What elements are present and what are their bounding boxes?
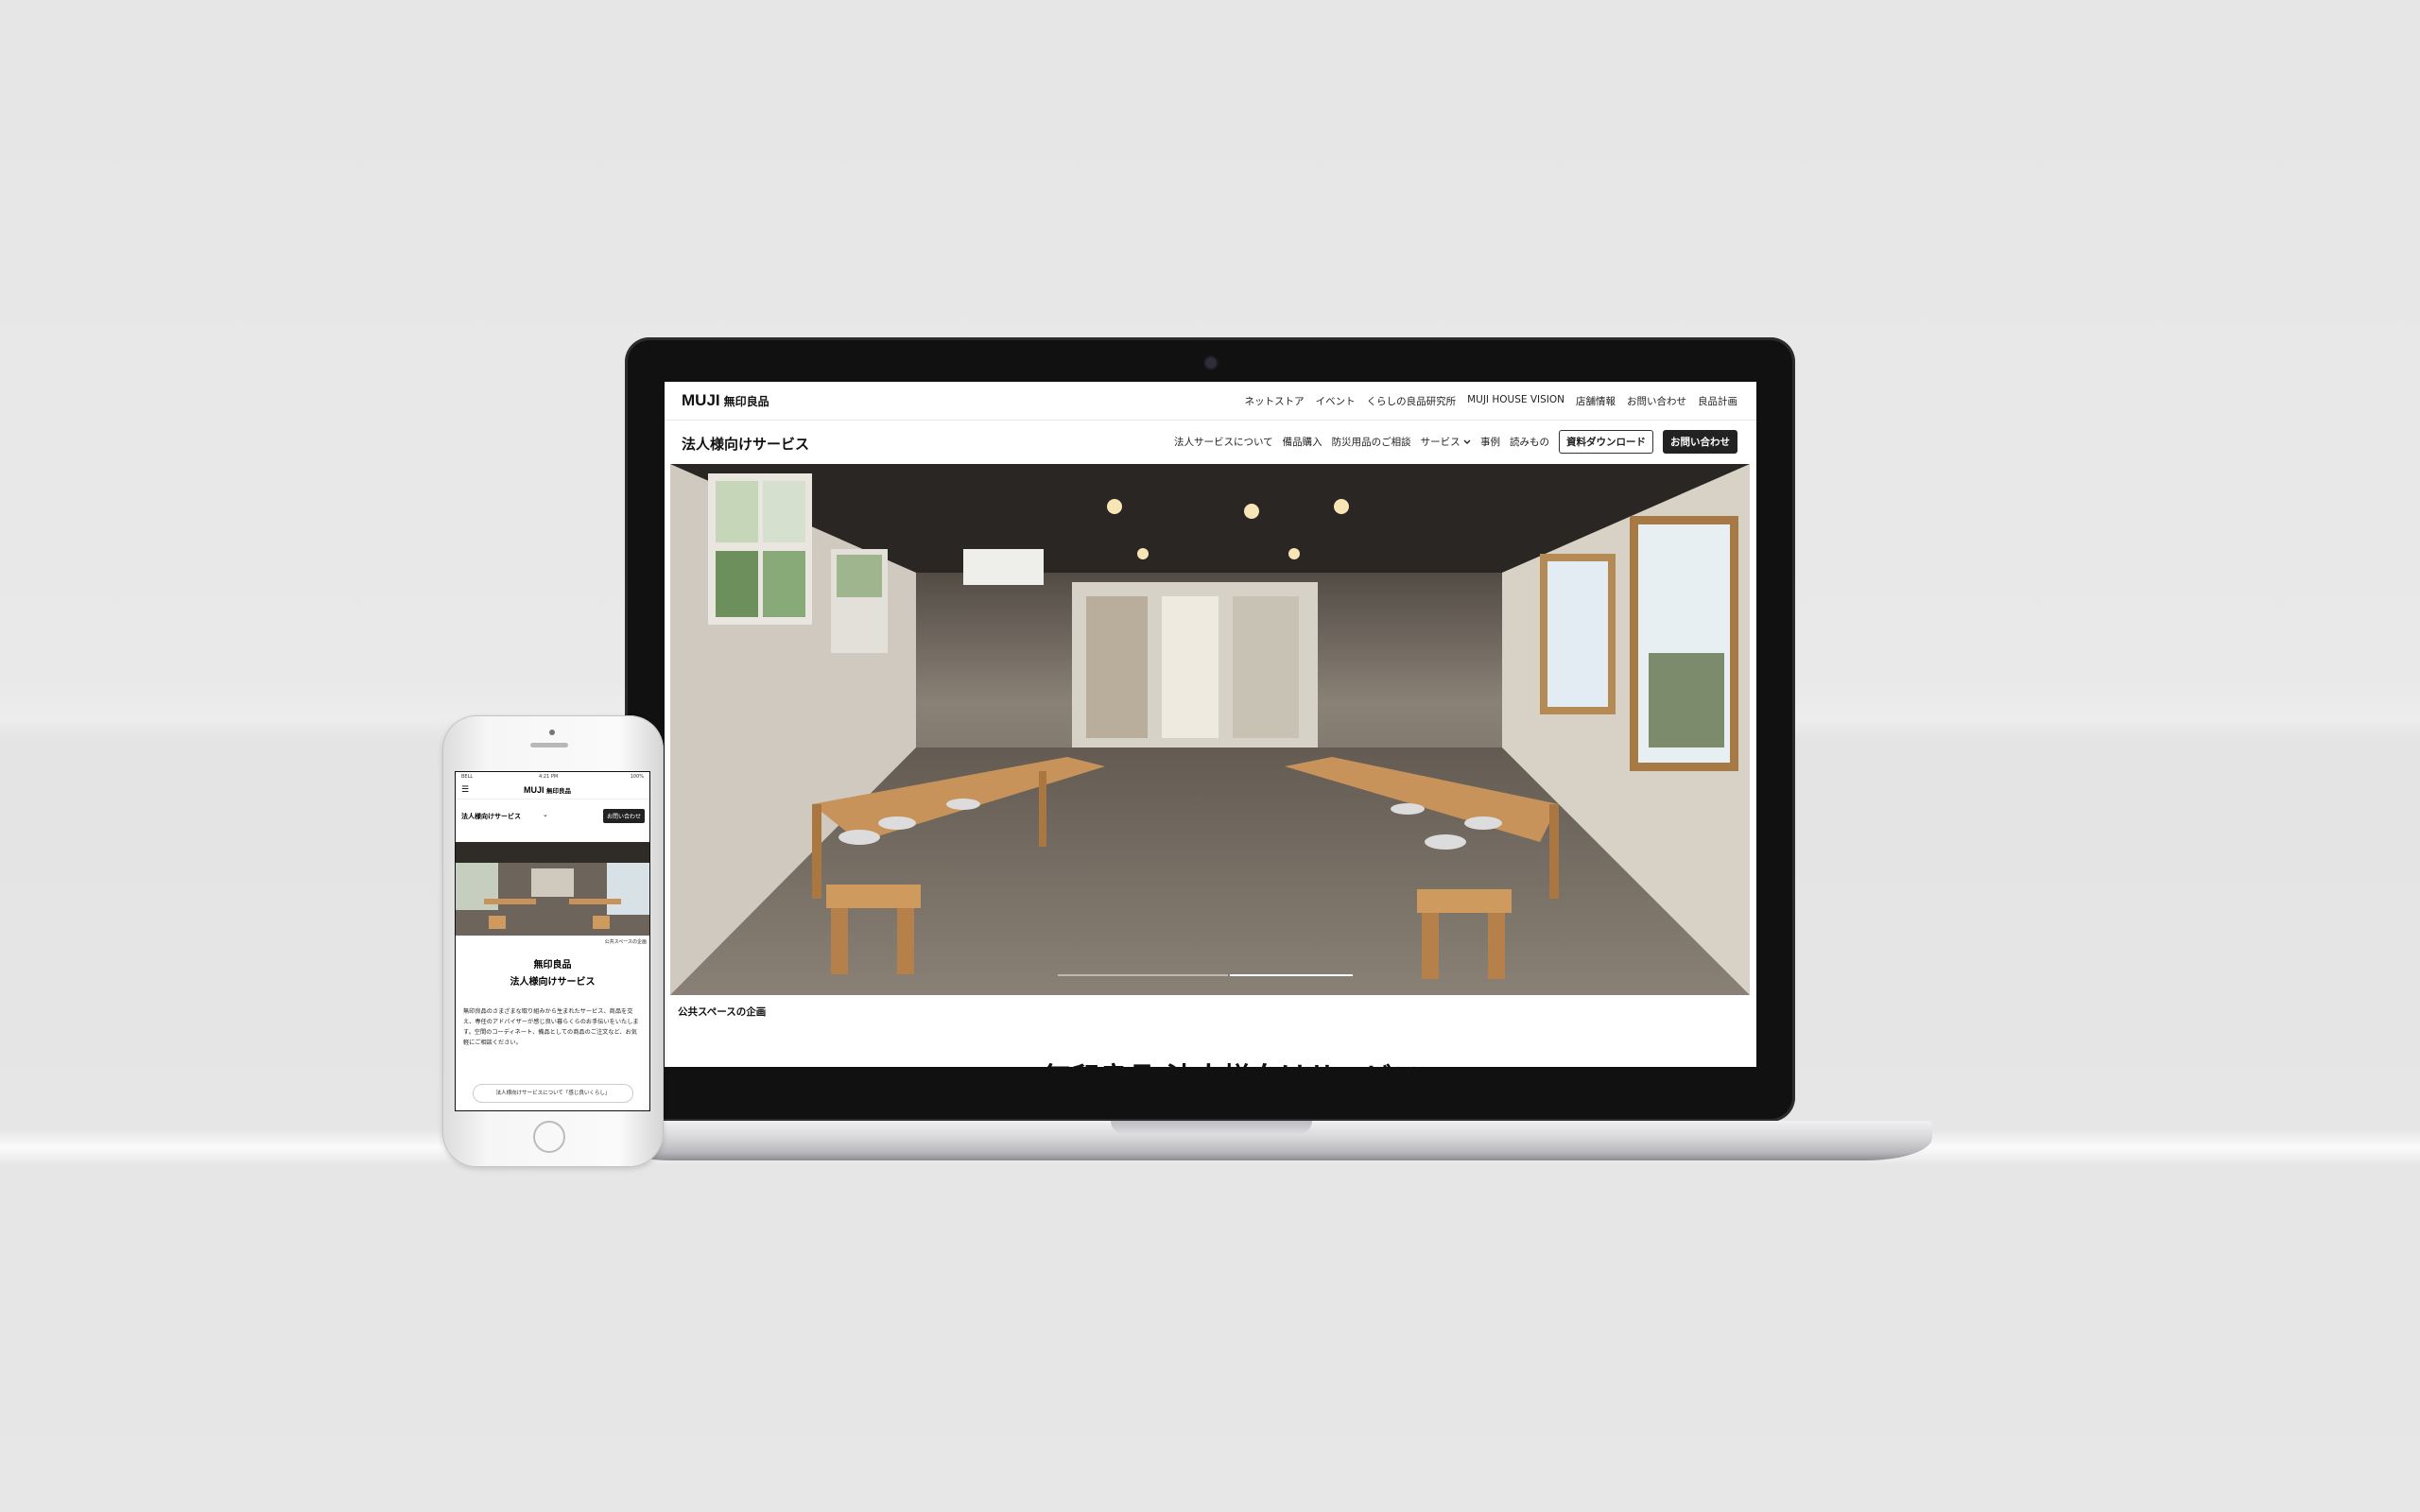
service-nav: 法人サービスについて 備品購入 防災用品のご相談 サービス 事例 読みもの 資料… xyxy=(1174,430,1737,454)
subnav-equipment[interactable]: 備品購入 xyxy=(1283,435,1322,449)
mobile-heading-line1: 無印良品 xyxy=(533,960,572,971)
subnav-services-label: サービス xyxy=(1420,437,1461,448)
phone-status-bar: BELL 4:21 PM 100% xyxy=(456,772,649,782)
nav-net-store[interactable]: ネットストア xyxy=(1245,394,1305,408)
service-header: 法人様向けサービス 法人サービスについて 備品購入 防災用品のご相談 サービス … xyxy=(665,421,1756,464)
mobile-about-link[interactable]: 法人様向けサービスについて「感じ良いくらし」 xyxy=(473,1084,633,1103)
mobile-logo-jp: 無印良品 xyxy=(546,787,572,795)
mobile-hero-image[interactable] xyxy=(456,842,649,936)
slide-dot-active[interactable] xyxy=(1230,974,1353,976)
subnav-services[interactable]: サービス xyxy=(1421,435,1471,449)
phone-screen: BELL 4:21 PM 100% ☰ MUJI 無印良品 法人様向けサービス … xyxy=(455,771,650,1111)
mobile-contact-button[interactable]: お問い合わせ xyxy=(602,809,645,823)
mobile-intro-text: 無印良品のさまざまな取り組みから生まれたサービス、商品を交え、専任のアドバイザー… xyxy=(463,1008,639,1046)
hamburger-menu-icon[interactable]: ☰ xyxy=(461,785,469,795)
muji-logo[interactable]: MUJI 無印良品 xyxy=(682,391,769,410)
subnav-disaster[interactable]: 防災用品のご相談 xyxy=(1332,435,1411,449)
mobile-heading-line2: 法人様向けサービス xyxy=(510,977,596,988)
mobile-muji-logo[interactable]: MUJI 無印良品 xyxy=(524,785,571,795)
slide-dot[interactable] xyxy=(1058,974,1228,976)
nav-contact[interactable]: お問い合わせ xyxy=(1627,394,1686,408)
chevron-down-icon[interactable]: ⌄ xyxy=(543,811,548,818)
phone-home-button[interactable] xyxy=(533,1121,565,1153)
mobile-service-bar: 法人様向けサービス ⌄ お問い合わせ xyxy=(456,808,649,827)
subnav-cases[interactable]: 事例 xyxy=(1480,435,1500,449)
nav-lab[interactable]: くらしの良品研究所 xyxy=(1367,394,1457,408)
hero-caption: 公共スペースの企画 xyxy=(678,1006,767,1018)
hero-photo-interior xyxy=(670,464,1750,995)
chevron-down-icon xyxy=(1463,439,1471,444)
mobile-heading: 無印良品 法人様向けサービス xyxy=(456,957,649,991)
download-button[interactable]: 資料ダウンロード xyxy=(1559,430,1653,454)
section-heading: 無印良品 法人様向けサービス xyxy=(1043,1055,1421,1067)
hero-image[interactable] xyxy=(670,464,1750,995)
nav-events[interactable]: イベント xyxy=(1316,394,1356,408)
laptop-notch xyxy=(1111,1121,1312,1134)
subnav-reading[interactable]: 読みもの xyxy=(1510,435,1549,449)
carrier: BELL xyxy=(461,774,474,780)
battery: 100% xyxy=(630,774,644,780)
logo-latin: MUJI xyxy=(682,391,720,409)
clock: 4:21 PM xyxy=(539,774,559,780)
logo-jp: 無印良品 xyxy=(723,395,769,408)
contact-button[interactable]: お問い合わせ xyxy=(1663,430,1737,454)
mobile-hero-caption: 公共スペースの企画 xyxy=(604,939,647,945)
mobile-hero-photo xyxy=(456,842,649,936)
global-nav: ネットストア イベント くらしの良品研究所 MUJI HOUSE VISION … xyxy=(1245,394,1737,408)
nav-house-vision[interactable]: MUJI HOUSE VISION xyxy=(1467,394,1564,408)
global-header: MUJI 無印良品 ネットストア イベント くらしの良品研究所 MUJI HOUS… xyxy=(665,382,1756,421)
nav-stores[interactable]: 店舗情報 xyxy=(1576,394,1616,408)
phone-speaker xyxy=(530,743,568,747)
nav-ryohin-keikaku[interactable]: 良品計画 xyxy=(1698,394,1737,408)
laptop-camera xyxy=(1205,357,1217,369)
mobile-service-title[interactable]: 法人様向けサービス xyxy=(461,812,521,821)
mobile-header: ☰ MUJI 無印良品 xyxy=(456,782,649,799)
mobile-logo-latin: MUJI xyxy=(524,785,544,795)
slide-indicator[interactable] xyxy=(1058,974,1353,976)
phone-camera xyxy=(549,730,555,735)
service-title[interactable]: 法人様向けサービス xyxy=(682,434,809,454)
subnav-about[interactable]: 法人サービスについて xyxy=(1174,435,1273,449)
laptop-screen: MUJI 無印良品 ネットストア イベント くらしの良品研究所 MUJI HOUS… xyxy=(665,382,1756,1067)
